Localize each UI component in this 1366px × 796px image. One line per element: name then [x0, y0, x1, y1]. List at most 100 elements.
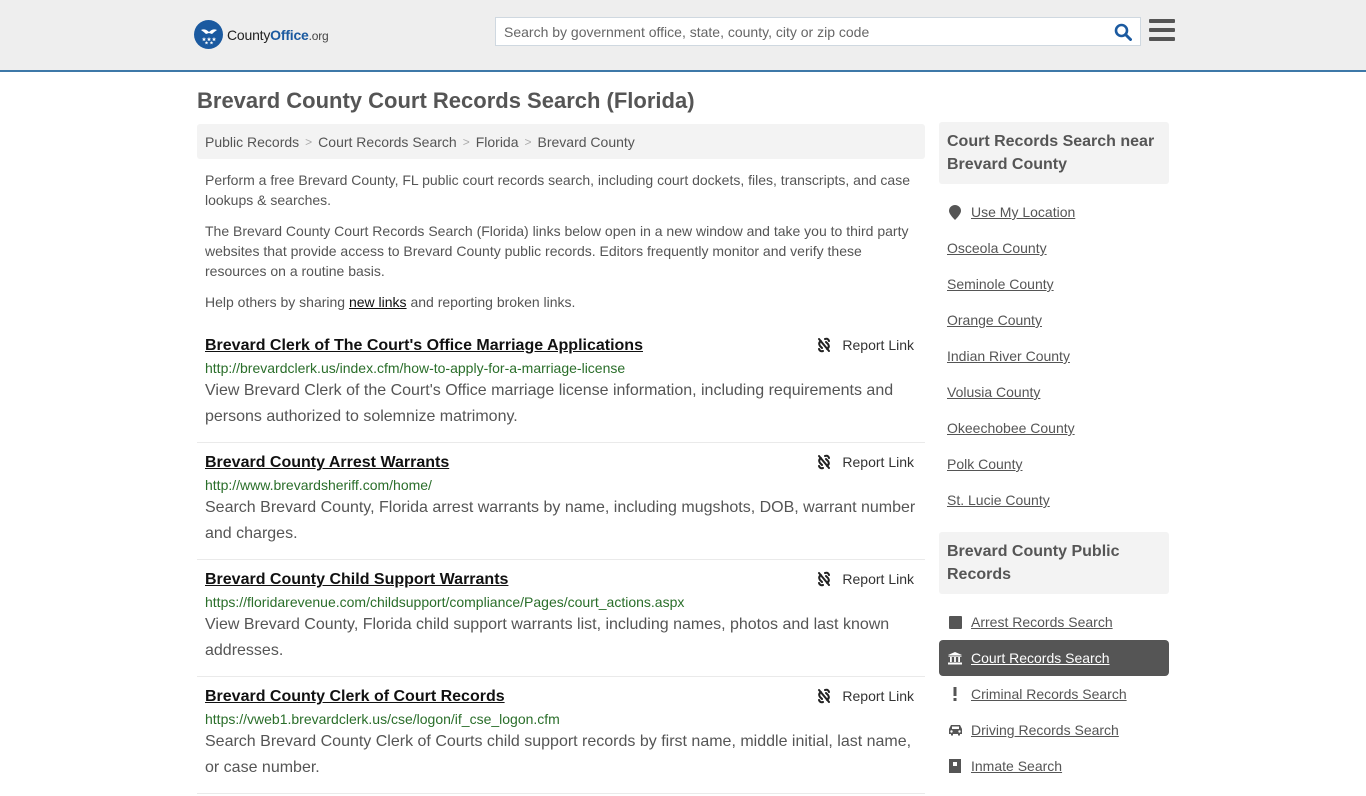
sidebar-item-criminal-records[interactable]: Criminal Records Search [939, 676, 1169, 712]
site-header: CountyOffice.org [0, 0, 1366, 72]
search-icon [1114, 23, 1132, 41]
sidebar-item-arrest-records[interactable]: Arrest Records Search [939, 604, 1169, 640]
breadcrumb-separator: > [462, 134, 470, 149]
result-item: Brevard County Arrest Warrants Report Li… [197, 443, 925, 560]
intro-text: Perform a free Brevard County, FL public… [197, 170, 925, 312]
exclamation-icon [947, 687, 963, 701]
page-title: Brevard County Court Records Search (Flo… [197, 88, 695, 113]
main-content: Public Records > Court Records Search > … [197, 124, 925, 794]
report-link-label: Report Link [842, 571, 914, 587]
sidebar-item-court-records[interactable]: Court Records Search [939, 640, 1169, 676]
result-url: https://vweb1.brevardclerk.us/cse/logon/… [205, 711, 560, 727]
county-item-osceola[interactable]: Osceola County [939, 230, 1169, 266]
county-item-seminole[interactable]: Seminole County [939, 266, 1169, 302]
use-my-location-item[interactable]: Use My Location [939, 194, 1169, 230]
report-link-label: Report Link [842, 454, 914, 470]
hamburger-menu-icon[interactable] [1149, 19, 1175, 41]
result-item: Brevard County Child Support Warrants Re… [197, 560, 925, 677]
use-my-location-link[interactable]: Use My Location [971, 204, 1075, 220]
county-item-indian-river[interactable]: Indian River County [939, 338, 1169, 374]
search-button[interactable] [1106, 18, 1140, 45]
breadcrumb: Public Records > Court Records Search > … [197, 124, 925, 159]
intro-paragraph-3: Help others by sharing new links and rep… [205, 292, 917, 312]
map-marker-icon [947, 204, 963, 220]
county-link[interactable]: St. Lucie County [947, 492, 1050, 508]
nearby-counties-list: Use My Location Osceola County Seminole … [939, 184, 1169, 530]
county-item-volusia[interactable]: Volusia County [939, 374, 1169, 410]
breadcrumb-florida[interactable]: Florida [476, 134, 519, 150]
broken-link-icon [818, 688, 831, 704]
logo-text: CountyOffice.org [227, 27, 329, 43]
nearby-heading: Court Records Search near Brevard County [939, 122, 1169, 184]
logo-brand-suffix: .org [308, 28, 329, 43]
sidebar-item-label[interactable]: Driving Records Search [971, 722, 1119, 738]
square-icon [947, 615, 963, 629]
intro-p3-text: Help others by sharing [205, 294, 349, 310]
breadcrumb-public-records[interactable]: Public Records [205, 134, 299, 150]
logo-brand-main: County [227, 26, 271, 43]
menu-bar [1149, 37, 1175, 41]
county-link[interactable]: Indian River County [947, 348, 1070, 364]
new-links-link[interactable]: new links [349, 294, 407, 310]
inmate-icon [947, 759, 963, 773]
result-title-link[interactable]: Brevard County Clerk of Court Records [205, 686, 505, 708]
result-url: http://brevardclerk.us/index.cfm/how-to-… [205, 360, 626, 376]
results-list: Brevard Clerk of The Court's Office Marr… [197, 329, 925, 794]
search-bar [495, 17, 1141, 46]
result-url: https://floridarevenue.com/childsupport/… [205, 594, 685, 610]
intro-p3-text-end: and reporting broken links. [406, 294, 576, 310]
intro-paragraph-1: Perform a free Brevard County, FL public… [205, 172, 910, 208]
sidebar-item-label[interactable]: Criminal Records Search [971, 686, 1127, 702]
county-link[interactable]: Osceola County [947, 240, 1047, 256]
county-link[interactable]: Okeechobee County [947, 420, 1075, 436]
intro-paragraph-2: The Brevard County Court Records Search … [205, 223, 909, 279]
breadcrumb-separator: > [524, 134, 532, 149]
sidebar-item-label[interactable]: Arrest Records Search [971, 614, 1113, 630]
search-input[interactable] [496, 18, 1106, 45]
result-description: View Brevard County, Florida child suppo… [205, 616, 890, 659]
menu-bar [1149, 19, 1175, 23]
report-link-button[interactable]: Report Link [816, 571, 914, 587]
report-link-button[interactable]: Report Link [816, 688, 914, 704]
result-title-link[interactable]: Brevard County Arrest Warrants [205, 452, 449, 474]
county-item-orange[interactable]: Orange County [939, 302, 1169, 338]
menu-bar [1149, 28, 1175, 32]
breadcrumb-brevard-county[interactable]: Brevard County [538, 134, 635, 150]
broken-link-icon [818, 337, 831, 353]
result-item: Brevard Clerk of The Court's Office Marr… [197, 329, 925, 443]
report-link-button[interactable]: Report Link [816, 454, 914, 470]
eagle-stars-logo-icon [194, 20, 223, 49]
sidebar-item-driving-records[interactable]: Driving Records Search [939, 712, 1169, 748]
courthouse-icon [947, 651, 963, 665]
result-url: http://www.brevardsheriff.com/home/ [205, 477, 432, 493]
site-logo[interactable]: CountyOffice.org [194, 20, 329, 49]
breadcrumb-court-records-search[interactable]: Court Records Search [318, 134, 457, 150]
public-records-list: Arrest Records Search Court Records Sear… [939, 594, 1169, 796]
report-link-button[interactable]: Report Link [816, 337, 914, 353]
public-records-heading: Brevard County Public Records [939, 532, 1169, 594]
result-description: View Brevard Clerk of the Court's Office… [205, 382, 894, 425]
county-link[interactable]: Seminole County [947, 276, 1054, 292]
broken-link-icon [818, 571, 831, 587]
result-description: Search Brevard County, Florida arrest wa… [205, 499, 916, 542]
logo-brand-accent: Office [270, 26, 309, 43]
broken-link-icon [818, 454, 831, 470]
result-title-link[interactable]: Brevard Clerk of The Court's Office Marr… [205, 335, 643, 357]
result-title-link[interactable]: Brevard County Child Support Warrants [205, 569, 508, 591]
car-icon [947, 724, 963, 736]
sidebar-item-label[interactable]: Inmate Search [971, 758, 1062, 774]
result-description: Search Brevard County Clerk of Courts ch… [205, 733, 912, 776]
sidebar-item-label[interactable]: Court Records Search [971, 650, 1110, 666]
breadcrumb-separator: > [305, 134, 313, 149]
sidebar-item-inmate-search[interactable]: Inmate Search [939, 748, 1169, 784]
report-link-label: Report Link [842, 337, 914, 353]
county-link[interactable]: Orange County [947, 312, 1042, 328]
county-item-okeechobee[interactable]: Okeechobee County [939, 410, 1169, 446]
result-item: Brevard County Clerk of Court Records Re… [197, 677, 925, 794]
sidebar: Court Records Search near Brevard County… [939, 122, 1169, 796]
county-link[interactable]: Volusia County [947, 384, 1040, 400]
county-link[interactable]: Polk County [947, 456, 1022, 472]
report-link-label: Report Link [842, 688, 914, 704]
county-item-st-lucie[interactable]: St. Lucie County [939, 482, 1169, 518]
county-item-polk[interactable]: Polk County [939, 446, 1169, 482]
